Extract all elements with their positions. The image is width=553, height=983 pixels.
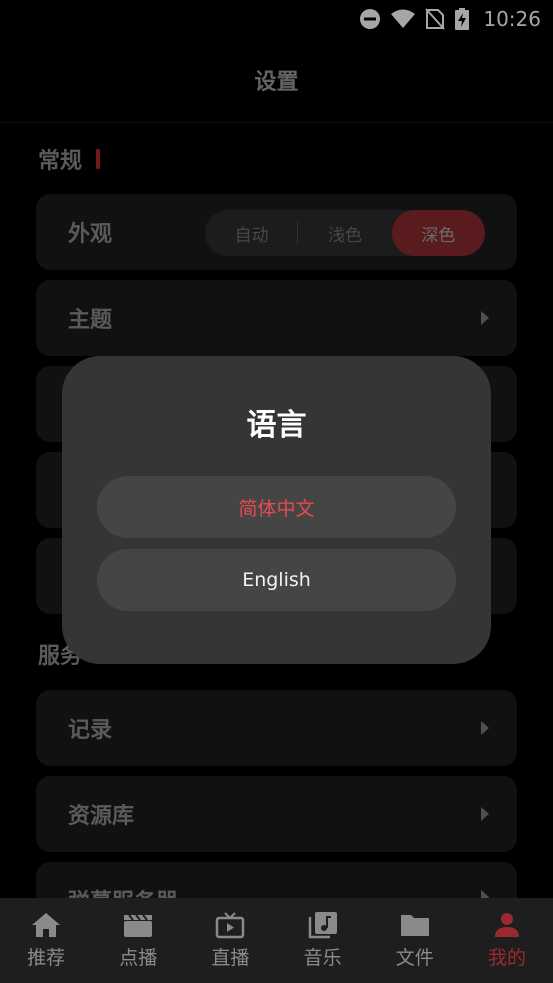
- music-library-icon: [308, 912, 337, 939]
- dialog-title: 语言: [246, 408, 307, 443]
- clapperboard-icon: [124, 914, 153, 937]
- tab-mine-label: 我的: [487, 947, 526, 969]
- tab-mine[interactable]: 我的: [461, 898, 553, 983]
- tab-files[interactable]: 文件: [369, 898, 461, 983]
- tab-vod[interactable]: 点播: [92, 898, 184, 983]
- language-option-en-label: English: [242, 569, 311, 591]
- tab-files-label: 文件: [395, 947, 434, 969]
- tab-live-label: 直播: [211, 947, 250, 969]
- language-dialog: 语言 简体中文 English: [62, 356, 491, 664]
- home-icon: [32, 913, 61, 937]
- tab-recommend[interactable]: 推荐: [0, 898, 92, 983]
- bottom-tab-bar: 推荐 点播 直播 音乐 文件 我的: [0, 898, 553, 983]
- tv-icon: [216, 912, 245, 939]
- tab-music-label: 音乐: [303, 947, 342, 969]
- tab-vod-label: 点播: [119, 947, 158, 969]
- tab-recommend-label: 推荐: [27, 947, 66, 969]
- tab-live[interactable]: 直播: [184, 898, 276, 983]
- language-option-zh[interactable]: 简体中文: [97, 476, 456, 538]
- folder-icon: [400, 915, 429, 936]
- language-option-zh-label: 简体中文: [238, 497, 315, 520]
- tab-music[interactable]: 音乐: [277, 898, 369, 983]
- person-icon: [494, 913, 519, 937]
- language-option-en[interactable]: English: [97, 549, 456, 611]
